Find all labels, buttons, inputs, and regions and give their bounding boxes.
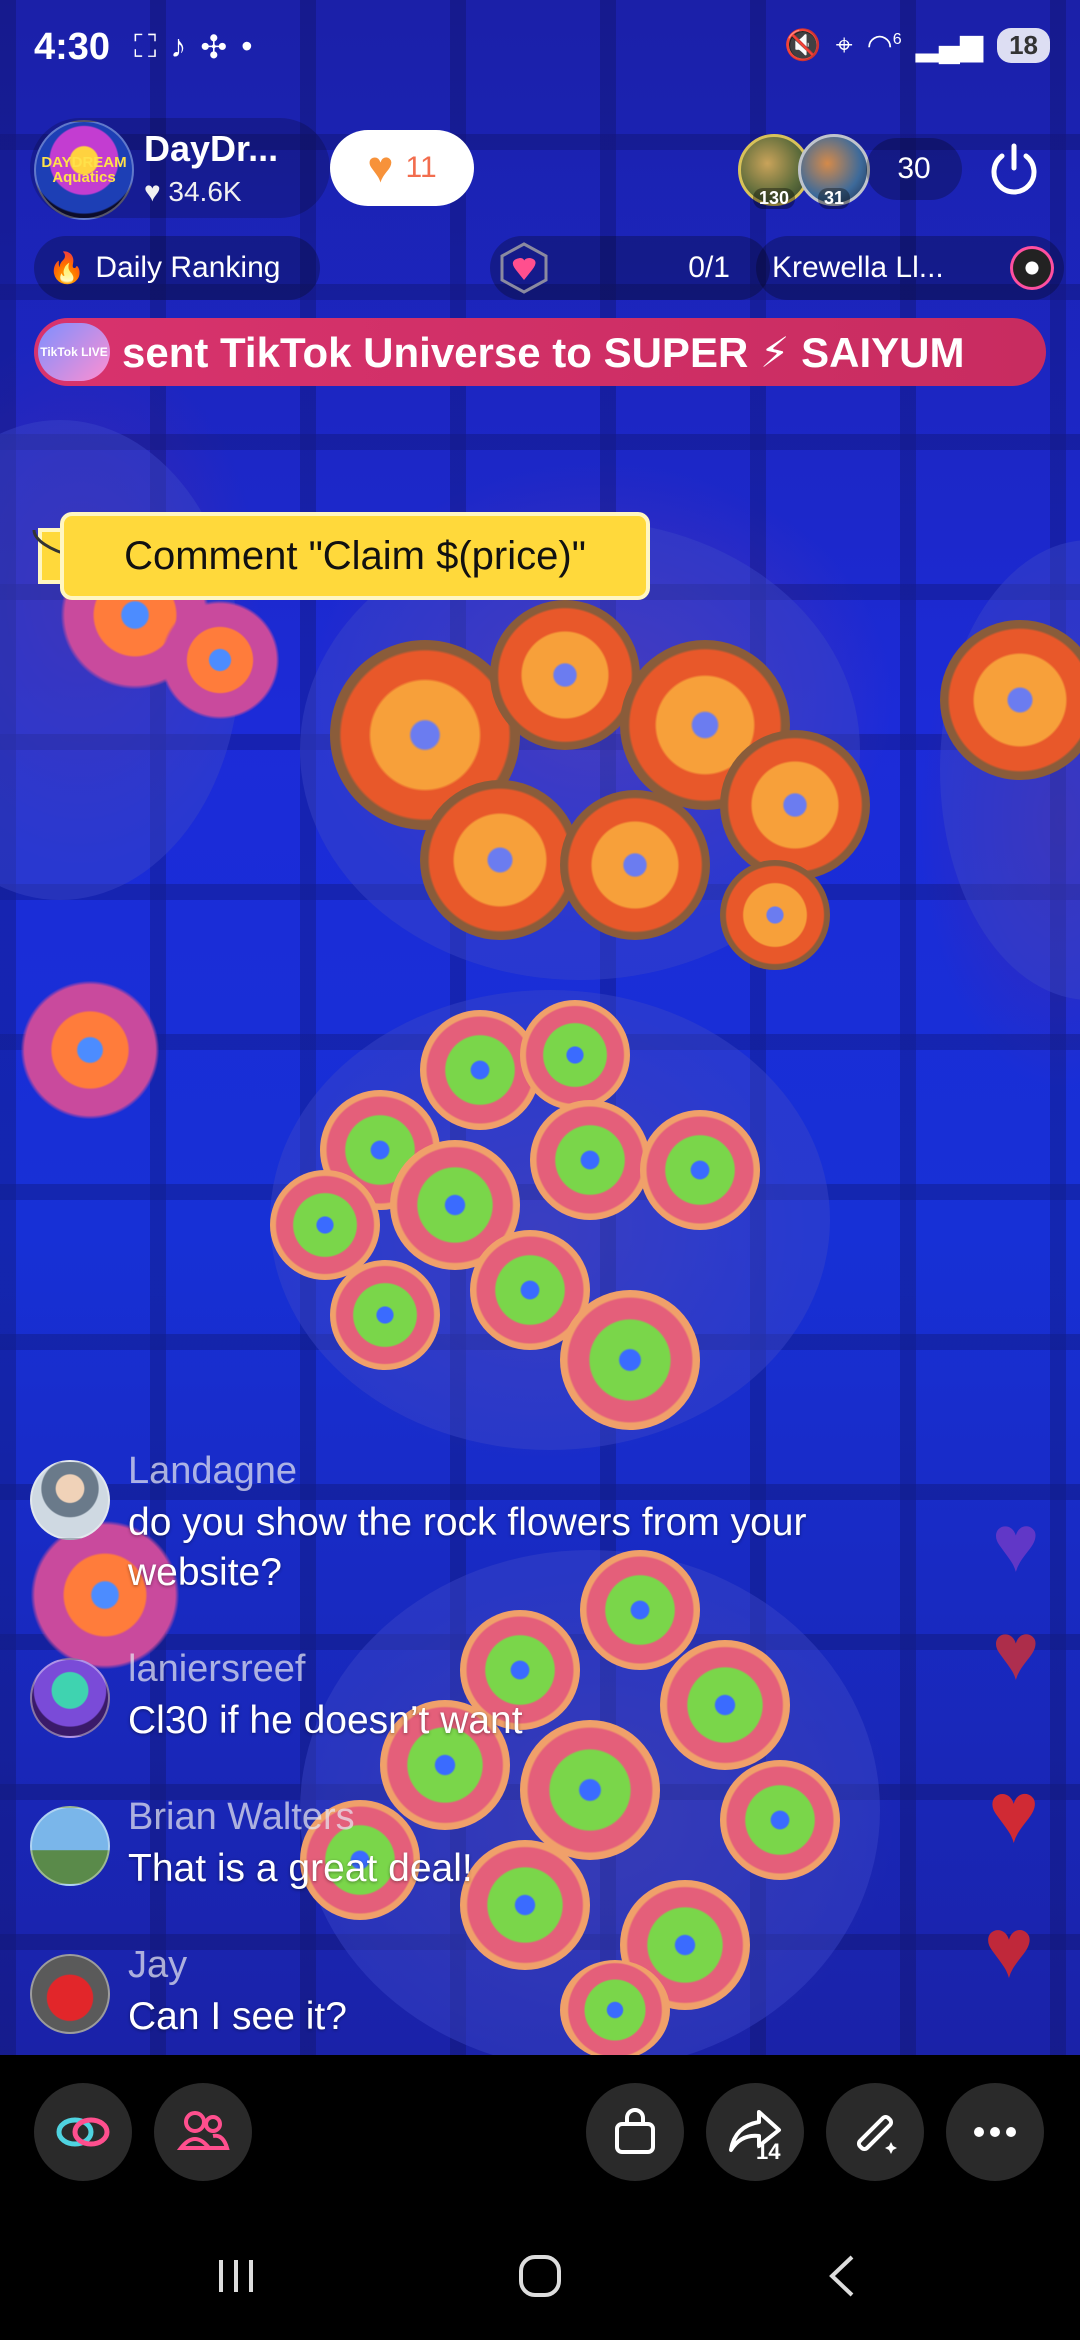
back-button[interactable] xyxy=(802,2246,882,2306)
viewer-badge: 130 xyxy=(752,188,796,209)
status-system-icons: 🔇 ⌖ ◠6 ▂▄▆ 18 xyxy=(784,28,1050,63)
host-avatar[interactable]: DAYDREAM Aquatics xyxy=(34,120,134,220)
status-time: 4:30 xyxy=(34,26,111,68)
home-button[interactable] xyxy=(500,2246,580,2306)
recent-apps-button[interactable] xyxy=(196,2246,276,2306)
top-viewer-avatar[interactable]: 31 xyxy=(798,134,870,209)
tiktok-icon: ♪ xyxy=(170,28,187,64)
guests-button[interactable] xyxy=(154,2083,252,2181)
gift-banner-text: sent TikTok Universe to SUPER ⚡ SAIYUM xyxy=(122,328,965,376)
chat-avatar[interactable] xyxy=(30,1954,110,2034)
chat-username[interactable]: Landagne xyxy=(128,1450,297,1493)
comment-claim-tag[interactable]: Comment "Claim $(price)" xyxy=(30,512,652,600)
bottom-action-bar: 14 xyxy=(0,2055,1080,2210)
home-icon xyxy=(519,2255,561,2297)
wifi-icon: ◠6 xyxy=(866,29,902,62)
gift-banner: TikTok LIVE sent TikTok Universe to SUPE… xyxy=(34,318,1046,386)
floating-heart-icon: ♥ xyxy=(984,1901,1034,1995)
host-name[interactable]: DayDr... xyxy=(144,128,278,170)
featured-label: Krewella Ll... xyxy=(772,251,944,284)
link-button[interactable] xyxy=(34,2083,132,2181)
chat-username[interactable]: laniersreef xyxy=(128,1648,305,1691)
recents-icon xyxy=(219,2260,253,2292)
chat-avatar[interactable] xyxy=(30,1460,110,1540)
dot-icon: • xyxy=(241,28,253,64)
flame-icon: 🔥 xyxy=(48,251,86,285)
people-icon xyxy=(176,2111,230,2150)
power-icon xyxy=(991,143,1037,195)
chat-text: Can I see it? xyxy=(128,1995,347,2038)
host-avatar-logo-text: DAYDREAM Aquatics xyxy=(41,154,127,186)
signal-icon: ▂▄▆ xyxy=(915,29,984,62)
chat-text: do you show the rock flowers from your w… xyxy=(128,1501,807,1594)
more-button[interactable] xyxy=(946,2083,1044,2181)
chat-username[interactable]: Brian Walters xyxy=(128,1796,355,1839)
live-video[interactable] xyxy=(0,0,1080,2055)
shop-button[interactable] xyxy=(586,2083,684,2181)
share-button[interactable]: 14 xyxy=(706,2083,804,2181)
featured-chip[interactable]: Krewella Ll... xyxy=(756,236,1064,300)
host-likes-count: 34.6K xyxy=(168,176,242,207)
chat-text: That is a great deal! xyxy=(128,1847,473,1890)
match-progress-value: 0/1 xyxy=(688,251,730,284)
back-icon xyxy=(829,2255,854,2297)
system-nav-bar xyxy=(0,2210,1080,2340)
gift-box-icon xyxy=(500,242,548,294)
heart-icon: ♥ xyxy=(367,143,394,192)
chat-avatar[interactable] xyxy=(30,1658,110,1738)
viewer-badge: 31 xyxy=(817,188,851,209)
chat-username[interactable]: Jay xyxy=(128,1944,187,1987)
location-icon: ⌖ xyxy=(835,28,853,62)
share-count: 14 xyxy=(756,2139,781,2164)
mute-icon: 🔇 xyxy=(784,29,822,62)
battery-indicator: 18 xyxy=(997,28,1050,63)
chat-avatar[interactable] xyxy=(30,1806,110,1886)
more-icon xyxy=(974,2127,1016,2137)
exit-button[interactable] xyxy=(984,140,1044,200)
effects-button[interactable] xyxy=(826,2083,924,2181)
comment-claim-text: Comment "Claim $(price)" xyxy=(60,512,650,600)
fan-icon: ✣ xyxy=(200,29,228,65)
status-notification-icons: ⛶ ♪ ✣ • xyxy=(134,28,252,66)
daily-ranking-chip[interactable]: 🔥 Daily Ranking xyxy=(34,236,320,300)
like-count: 11 xyxy=(405,151,437,184)
host-likes: ♥ 34.6K xyxy=(144,176,242,208)
daily-ranking-label: Daily Ranking xyxy=(95,251,281,284)
tiktok-live-badge: TikTok LIVE xyxy=(38,323,110,381)
floating-heart-icon: ♥ xyxy=(988,1765,1040,1861)
viewer-count[interactable]: 30 xyxy=(866,138,962,200)
screenshot-icon: ⛶ xyxy=(134,28,157,64)
like-button[interactable]: ♥ 11 xyxy=(330,130,474,206)
status-bar: 4:30 ⛶ ♪ ✣ • 🔇 ⌖ ◠6 ▂▄▆ 18 xyxy=(0,0,1080,100)
heart-icon: ♥ xyxy=(144,176,161,207)
magic-wand-icon xyxy=(856,2114,897,2154)
link-icon xyxy=(56,2117,110,2147)
floating-heart-icon: ♥ xyxy=(992,1499,1040,1588)
chat-text: Cl30 if he doesn’t want xyxy=(128,1699,523,1742)
floating-heart-icon: ♥ xyxy=(992,1607,1040,1696)
shopping-bag-icon xyxy=(615,2108,655,2154)
music-disc-icon xyxy=(1010,246,1054,290)
